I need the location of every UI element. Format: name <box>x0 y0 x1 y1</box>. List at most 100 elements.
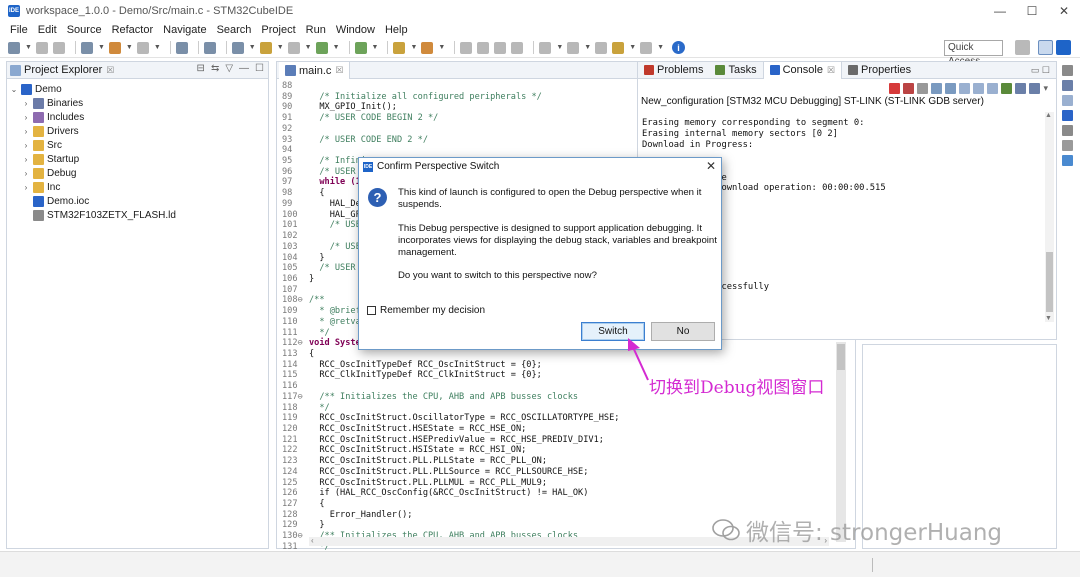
build-all-icon[interactable] <box>136 41 149 54</box>
remove-all-launches-icon[interactable] <box>917 82 929 94</box>
open-console-icon[interactable] <box>1029 82 1041 94</box>
chevron-down-icon[interactable]: ▼ <box>249 44 256 51</box>
close-icon[interactable]: ☒ <box>335 65 343 76</box>
cubemx-perspective-icon[interactable] <box>1056 40 1071 55</box>
chevron-down-icon[interactable]: ▼ <box>629 44 636 51</box>
open-type-icon[interactable] <box>393 41 406 54</box>
memory-icon[interactable] <box>1061 155 1073 166</box>
menu-refactor[interactable]: Refactor <box>112 24 154 36</box>
tree-item-demo-ioc[interactable]: Demo.ioc <box>7 194 268 208</box>
tab-main-c[interactable]: main.c ☒ <box>279 62 351 79</box>
chevron-down-icon[interactable]: ▼ <box>372 44 379 51</box>
clear-console-icon[interactable] <box>931 82 943 94</box>
chevron-down-icon[interactable]: ▼ <box>154 44 161 51</box>
chevron-down-icon[interactable]: ▼ <box>98 44 105 51</box>
skip-breakpoints-icon[interactable] <box>175 41 188 54</box>
show-on-output-icon[interactable] <box>973 82 985 94</box>
save-icon[interactable] <box>35 41 48 54</box>
build-hammer-icon[interactable] <box>108 41 121 54</box>
chevron-down-icon[interactable]: ▼ <box>126 44 133 51</box>
mark-occurrences-icon[interactable] <box>477 41 490 54</box>
prev-annotation-icon[interactable] <box>567 41 580 54</box>
chevron-right-icon[interactable]: › <box>21 183 31 192</box>
close-icon[interactable]: ☒ <box>827 65 835 76</box>
tab-problems[interactable]: Problems <box>638 62 709 79</box>
tab-properties[interactable]: Properties <box>842 62 917 79</box>
tree-item-inc[interactable]: › Inc <box>7 180 268 194</box>
remove-launch-icon[interactable] <box>903 82 915 94</box>
debug-bug-icon[interactable] <box>354 41 367 54</box>
scroll-up-icon[interactable]: ▲ <box>1045 112 1052 119</box>
forward-arrow-icon[interactable] <box>640 41 653 54</box>
maximize-button[interactable]: ☐ <box>1016 0 1048 21</box>
chevron-down-icon[interactable]: ▼ <box>584 44 591 51</box>
sfr-icon[interactable] <box>1061 140 1073 151</box>
close-icon[interactable]: ☒ <box>106 65 114 76</box>
display-console-icon[interactable] <box>1015 82 1027 94</box>
menu-run[interactable]: Run <box>306 24 326 36</box>
checkbox-box[interactable] <box>367 306 376 315</box>
view-menu-icon[interactable]: ▾ <box>1043 83 1048 94</box>
tree-item-src[interactable]: › Src <box>7 138 268 152</box>
info-icon[interactable]: i <box>672 41 686 54</box>
collapse-all-icon[interactable]: ⊟ <box>197 63 205 74</box>
tab-project-explorer[interactable]: Project Explorer ☒ <box>10 64 114 76</box>
chevron-right-icon[interactable]: › <box>21 113 31 122</box>
menu-source[interactable]: Source <box>67 24 102 36</box>
remember-decision-checkbox[interactable]: Remember my decision <box>367 305 485 316</box>
show-on-error-icon[interactable] <box>987 82 999 94</box>
scrollbar-thumb[interactable] <box>1046 252 1053 312</box>
menu-edit[interactable]: Edit <box>38 24 57 36</box>
chevron-down-icon[interactable]: ▼ <box>657 44 664 51</box>
pen-icon[interactable] <box>460 41 473 54</box>
minimize-view-icon[interactable]: — <box>239 63 249 74</box>
scrollbar-thumb[interactable] <box>837 344 845 370</box>
tree-item-debug[interactable]: › Debug <box>7 166 268 180</box>
tree-item-includes[interactable]: › Includes <box>7 110 268 124</box>
open-perspective-icon[interactable] <box>1015 40 1030 55</box>
chevron-right-icon[interactable]: › <box>21 127 31 136</box>
tree-item-binaries[interactable]: › Binaries <box>7 96 268 110</box>
cpp-perspective-icon[interactable] <box>1038 40 1053 55</box>
word-wrap-icon[interactable] <box>959 82 971 94</box>
save-all-icon[interactable] <box>52 41 65 54</box>
chevron-down-icon[interactable]: ▼ <box>438 44 445 51</box>
chevron-down-icon[interactable]: ⌄ <box>9 85 19 94</box>
editor-vertical-scrollbar[interactable] <box>836 342 846 542</box>
scroll-lock-icon[interactable] <box>945 82 957 94</box>
tree-item-stm32f103zetx-flash-ld[interactable]: STM32F103ZETX_FLASH.ld <box>7 208 268 222</box>
tab-tasks[interactable]: Tasks <box>709 62 762 79</box>
next-annotation-icon[interactable] <box>539 41 552 54</box>
run-icon[interactable] <box>315 41 328 54</box>
debug-config-icon[interactable] <box>203 41 216 54</box>
tree-item-demo[interactable]: ⌄ Demo <box>7 82 268 96</box>
new-project-icon[interactable] <box>231 41 244 54</box>
menu-project[interactable]: Project <box>261 24 295 36</box>
chevron-right-icon[interactable]: › <box>21 141 31 150</box>
chevron-down-icon[interactable]: ▼ <box>410 44 417 51</box>
maximize-view-icon[interactable]: ☐ <box>255 63 264 74</box>
menu-window[interactable]: Window <box>336 24 375 36</box>
pin-console-icon[interactable] <box>1001 82 1013 94</box>
view-menu-icon[interactable]: ▽ <box>225 63 233 74</box>
chevron-right-icon[interactable]: › <box>21 155 31 164</box>
console-minimized-icon[interactable] <box>1061 110 1073 121</box>
back-arrow-icon[interactable] <box>612 41 625 54</box>
restore-icon[interactable] <box>1061 125 1073 136</box>
new-file-icon[interactable] <box>287 41 300 54</box>
menu-file[interactable]: File <box>10 24 28 36</box>
menu-navigate[interactable]: Navigate <box>163 24 206 36</box>
quick-access-field[interactable]: Quick Access <box>944 40 1003 67</box>
close-window-button[interactable]: ✕ <box>1048 0 1080 21</box>
search-icon[interactable] <box>421 41 434 54</box>
restore-icon[interactable] <box>1061 65 1073 76</box>
tree-item-startup[interactable]: › Startup <box>7 152 268 166</box>
tree-item-drivers[interactable]: › Drivers <box>7 124 268 138</box>
build-targets-icon[interactable] <box>1061 95 1073 106</box>
scroll-left-icon[interactable]: ‹ <box>311 536 314 545</box>
chevron-down-icon[interactable]: ▼ <box>305 44 312 51</box>
chevron-down-icon[interactable]: ▼ <box>333 44 340 51</box>
last-edit-icon[interactable] <box>595 41 608 54</box>
console-scrollbar[interactable]: ▲ ▼ <box>1045 112 1054 322</box>
close-icon[interactable]: ✕ <box>706 159 716 173</box>
